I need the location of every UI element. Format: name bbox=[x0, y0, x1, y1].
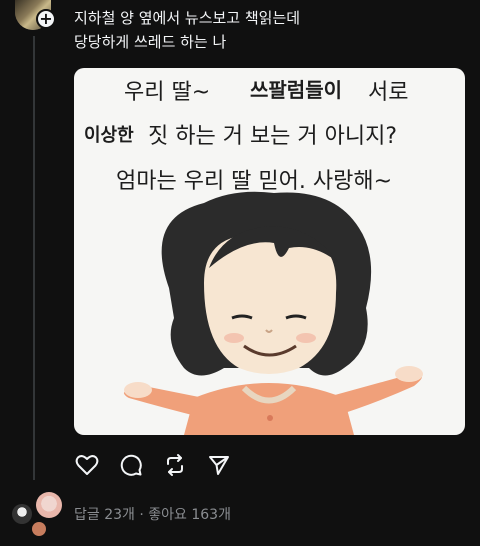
post-line-1: 지하철 양 옆에서 뉴스보고 책읽는데 bbox=[74, 9, 301, 27]
replier-avatar bbox=[36, 492, 62, 518]
post-body: 지하철 양 옆에서 뉴스보고 책읽는데 당당하게 쓰레드 하는 나 bbox=[74, 6, 474, 54]
action-bar bbox=[74, 452, 232, 480]
post-line-2: 당당하게 쓰레드 하는 나 bbox=[74, 33, 227, 51]
post-image[interactable]: 우리 딸~ 쓰팔럼들이 서로 이상한 짓 하는 거 보는 거 아니지? 엄마는 … bbox=[74, 68, 465, 435]
mom-illustration bbox=[124, 191, 423, 435]
replier-avatar bbox=[12, 504, 32, 524]
heart-icon[interactable] bbox=[74, 452, 100, 478]
reply-like-count[interactable]: 답글 23개 · 좋아요 163개 bbox=[74, 504, 231, 524]
comment-icon[interactable] bbox=[118, 452, 144, 478]
replier-avatars bbox=[12, 492, 68, 538]
thread-line bbox=[33, 36, 35, 480]
send-icon[interactable] bbox=[206, 452, 232, 478]
follow-plus-icon[interactable]: + bbox=[36, 9, 56, 29]
repost-icon[interactable] bbox=[162, 452, 188, 478]
replier-avatar bbox=[32, 522, 46, 536]
